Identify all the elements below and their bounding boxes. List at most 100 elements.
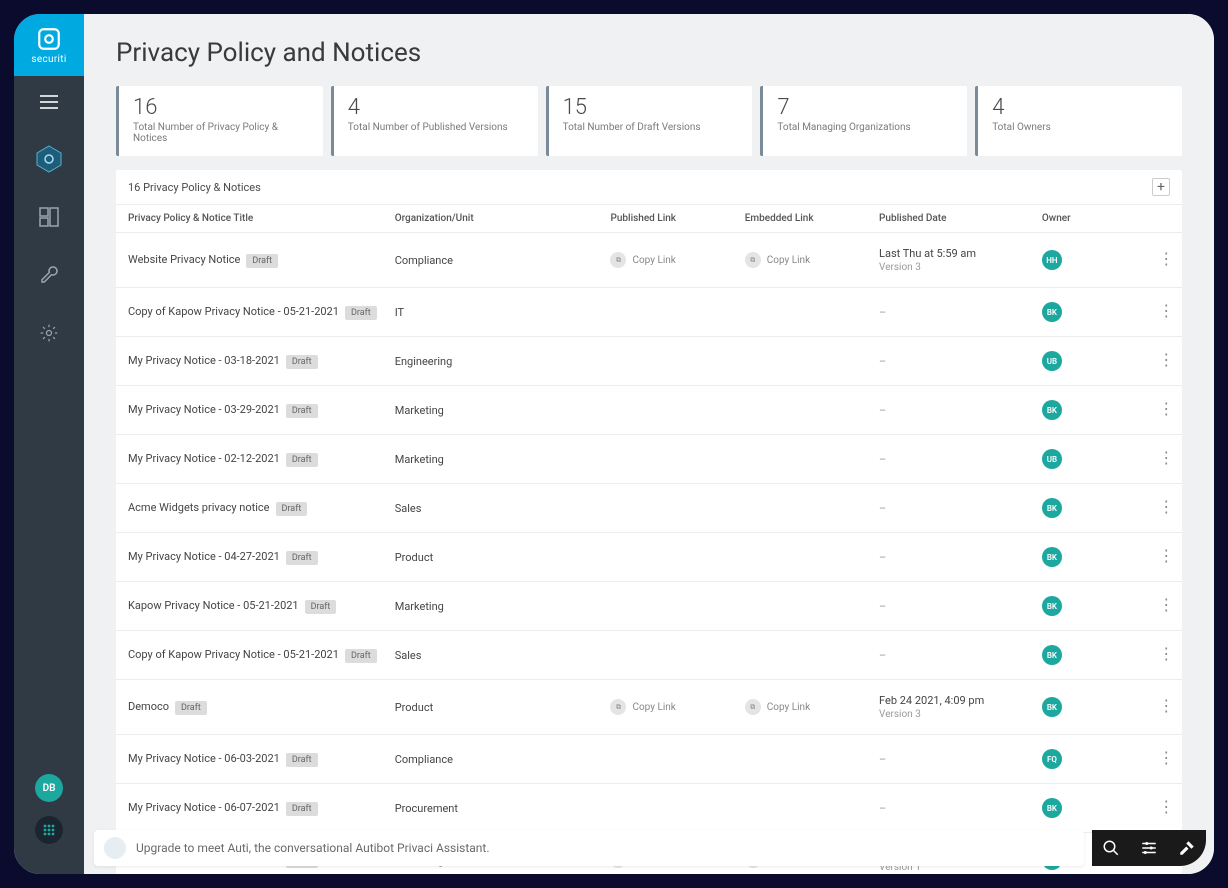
row-actions-menu[interactable]: ⋮ — [1158, 301, 1174, 320]
col-header-org[interactable]: Organization/Unit — [387, 205, 603, 233]
table-row[interactable]: My Privacy Notice - 04-27-2021DraftProdu… — [116, 533, 1182, 582]
row-owner: BK — [1034, 288, 1150, 337]
col-header-date[interactable]: Published Date — [871, 205, 1034, 233]
row-owner: BK — [1034, 784, 1150, 833]
owner-avatar[interactable]: UB — [1042, 351, 1062, 371]
add-policy-button[interactable]: + — [1152, 178, 1170, 196]
published-link-copy-button[interactable]: ⧉Copy Link — [610, 699, 675, 715]
nav-module-1[interactable] — [33, 143, 65, 175]
row-actions-menu[interactable]: ⋮ — [1158, 546, 1174, 565]
app-switcher[interactable] — [35, 816, 63, 844]
row-actions-menu[interactable]: ⋮ — [1158, 696, 1174, 715]
row-actions-menu[interactable]: ⋮ — [1158, 249, 1174, 268]
table-row[interactable]: Copy of Kapow Privacy Notice - 05-21-202… — [116, 288, 1182, 337]
row-actions-menu[interactable]: ⋮ — [1158, 399, 1174, 418]
table-row[interactable]: My Privacy Notice - 02-12-2021DraftMarke… — [116, 435, 1182, 484]
status-badge: Draft — [286, 551, 318, 565]
stat-card-draft[interactable]: 15 Total Number of Draft Versions — [546, 86, 753, 156]
published-link-cell — [602, 337, 736, 386]
stat-label: Total Number of Privacy Policy & Notices — [133, 122, 309, 144]
row-actions-menu[interactable]: ⋮ — [1158, 748, 1174, 767]
row-org: Sales — [387, 631, 603, 680]
owner-avatar[interactable]: BK — [1042, 547, 1062, 567]
table-row[interactable]: My Privacy Notice - 03-18-2021DraftEngin… — [116, 337, 1182, 386]
col-header-published-link[interactable]: Published Link — [602, 205, 736, 233]
assistant-bar[interactable]: Upgrade to meet Auti, the conversational… — [94, 830, 1084, 866]
copy-link-label: Copy Link — [767, 255, 810, 266]
col-header-embedded-link[interactable]: Embedded Link — [737, 205, 871, 233]
filter-button[interactable] — [1130, 830, 1168, 866]
menu-toggle-button[interactable] — [40, 94, 58, 113]
published-link-cell — [602, 735, 736, 784]
table-row[interactable]: Acme Widgets privacy noticeDraftSales–BK… — [116, 484, 1182, 533]
row-date: – — [871, 288, 1034, 337]
row-date: – — [871, 582, 1034, 631]
owner-avatar[interactable]: FQ — [1042, 749, 1062, 769]
row-date: Last Thu at 5:59 amVersion 3 — [871, 233, 1034, 288]
table-summary: 16 Privacy Policy & Notices — [128, 181, 261, 194]
embedded-link-cell — [737, 631, 871, 680]
user-avatar[interactable]: DB — [35, 774, 63, 802]
stat-card-orgs[interactable]: 7 Total Managing Organizations — [760, 86, 967, 156]
published-link-cell: ⧉Copy Link — [602, 233, 736, 288]
row-actions-menu[interactable]: ⋮ — [1158, 797, 1174, 816]
table-row[interactable]: Kapow Privacy Notice - 05-21-2021DraftMa… — [116, 582, 1182, 631]
row-actions-menu[interactable]: ⋮ — [1158, 497, 1174, 516]
nav-layout[interactable] — [33, 201, 65, 233]
owner-avatar[interactable]: BK — [1042, 498, 1062, 518]
row-org: Product — [387, 680, 603, 735]
status-badge: Draft — [175, 701, 207, 715]
link-icon: ⧉ — [610, 699, 626, 715]
hammer-icon — [1178, 839, 1196, 857]
row-owner: BK — [1034, 386, 1150, 435]
owner-avatar[interactable]: BK — [1042, 697, 1062, 717]
embedded-link-copy-button[interactable]: ⧉Copy Link — [745, 699, 810, 715]
row-actions-menu[interactable]: ⋮ — [1158, 595, 1174, 614]
row-title: My Privacy Notice - 02-12-2021 — [128, 452, 280, 465]
nav-tools[interactable] — [33, 259, 65, 291]
table-row[interactable]: DemocoDraftProduct⧉Copy Link⧉Copy LinkFe… — [116, 680, 1182, 735]
row-org: Procurement — [387, 784, 603, 833]
owner-avatar[interactable]: BK — [1042, 798, 1062, 818]
table-row[interactable]: My Privacy Notice - 03-29-2021DraftMarke… — [116, 386, 1182, 435]
status-badge: Draft — [286, 753, 318, 767]
embedded-link-copy-button[interactable]: ⧉Copy Link — [745, 252, 810, 268]
table-row[interactable]: My Privacy Notice - 06-03-2021DraftCompl… — [116, 735, 1182, 784]
status-badge: Draft — [305, 600, 337, 614]
owner-avatar[interactable]: BK — [1042, 596, 1062, 616]
stat-card-published[interactable]: 4 Total Number of Published Versions — [331, 86, 538, 156]
stat-card-owners[interactable]: 4 Total Owners — [975, 86, 1182, 156]
copy-link-label: Copy Link — [632, 255, 675, 266]
col-header-title[interactable]: Privacy Policy & Notice Title — [116, 205, 387, 233]
nav-settings[interactable] — [33, 317, 65, 349]
table-row[interactable]: My Privacy Notice - 06-07-2021DraftProcu… — [116, 784, 1182, 833]
stat-value: 4 — [992, 96, 1168, 120]
brand-logo[interactable]: securiti — [14, 14, 84, 76]
policies-table: Privacy Policy & Notice Title Organizati… — [116, 205, 1182, 874]
stat-label: Total Managing Organizations — [777, 122, 953, 133]
table-row[interactable]: Website Privacy NoticeDraftCompliance⧉Co… — [116, 233, 1182, 288]
owner-avatar[interactable]: BK — [1042, 645, 1062, 665]
status-badge: Draft — [286, 453, 318, 467]
row-owner: BK — [1034, 484, 1150, 533]
owner-avatar[interactable]: HH — [1042, 250, 1062, 270]
sidebar: securiti — [14, 14, 84, 874]
row-title: My Privacy Notice - 06-03-2021 — [128, 752, 280, 765]
col-header-owner[interactable]: Owner — [1034, 205, 1150, 233]
stat-card-total-policies[interactable]: 16 Total Number of Privacy Policy & Noti… — [116, 86, 323, 156]
row-date: – — [871, 435, 1034, 484]
table-row[interactable]: Copy of Kapow Privacy Notice - 05-21-202… — [116, 631, 1182, 680]
row-actions-menu[interactable]: ⋮ — [1158, 448, 1174, 467]
row-actions-menu[interactable]: ⋮ — [1158, 350, 1174, 369]
stat-label: Total Number of Published Versions — [348, 122, 524, 133]
row-title: Copy of Kapow Privacy Notice - 05-21-202… — [128, 305, 339, 318]
embedded-link-cell — [737, 337, 871, 386]
published-link-cell — [602, 435, 736, 484]
search-button[interactable] — [1092, 830, 1130, 866]
row-actions-menu[interactable]: ⋮ — [1158, 644, 1174, 663]
owner-avatar[interactable]: BK — [1042, 302, 1062, 322]
owner-avatar[interactable]: BK — [1042, 400, 1062, 420]
owner-avatar[interactable]: UB — [1042, 449, 1062, 469]
row-org: Engineering — [387, 337, 603, 386]
published-link-copy-button[interactable]: ⧉Copy Link — [610, 252, 675, 268]
